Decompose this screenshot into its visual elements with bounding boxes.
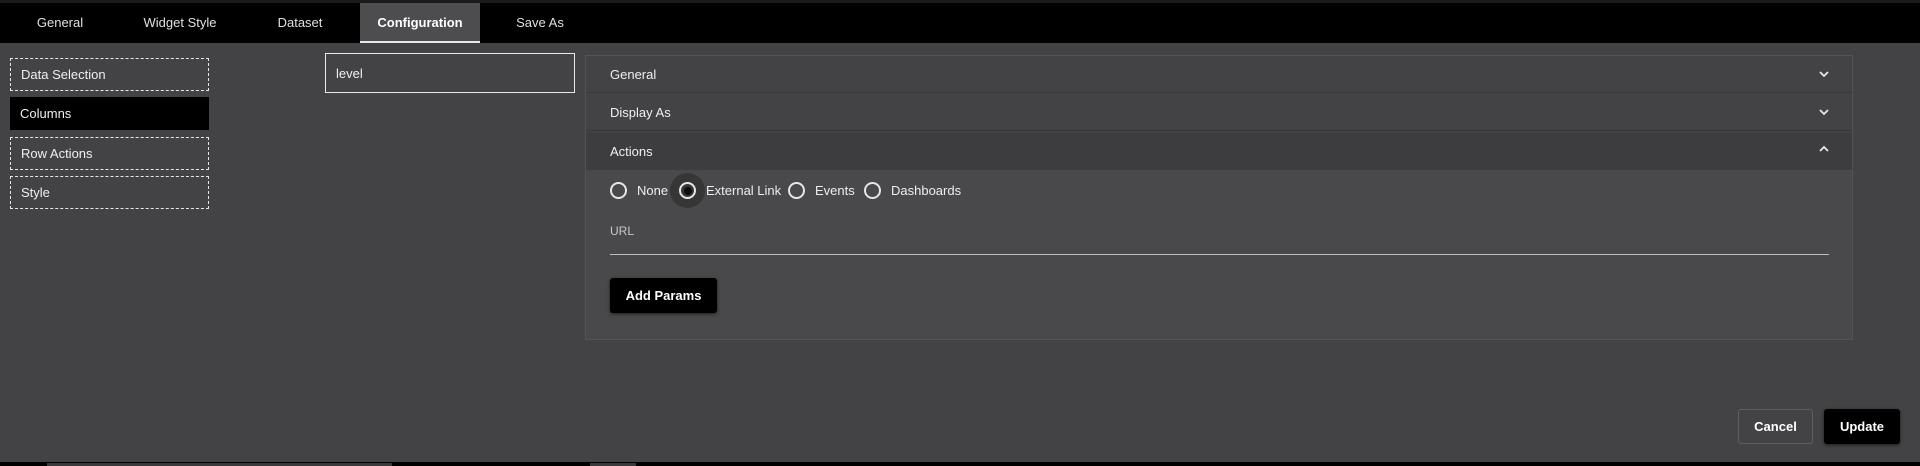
radio-none[interactable]: None <box>610 180 672 204</box>
tab-configuration[interactable]: Configuration <box>360 3 480 43</box>
update-button[interactable]: Update <box>1824 409 1900 444</box>
chevron-down-icon <box>1819 71 1829 78</box>
url-field: URL <box>610 220 1833 255</box>
accordion-header-general[interactable]: General <box>586 56 1852 93</box>
chevron-down-icon <box>1819 109 1829 116</box>
tab-general[interactable]: General <box>14 3 106 43</box>
tab-dataset[interactable]: Dataset <box>255 3 345 43</box>
radio-label: External Link <box>706 183 782 198</box>
radio-label: Events <box>815 183 855 198</box>
accordion-title: General <box>610 67 657 82</box>
add-params-button[interactable]: Add Params <box>610 278 717 313</box>
column-search-input[interactable] <box>325 53 575 93</box>
radio-circle <box>610 182 627 199</box>
chevron-up-icon <box>1819 145 1829 152</box>
sidebar-item-data-selection[interactable]: Data Selection <box>10 58 209 91</box>
column-settings-accordion: General Display As Actions None External… <box>585 55 1853 340</box>
url-input[interactable] <box>610 234 1833 254</box>
sidebar-item-row-actions[interactable]: Row Actions <box>10 137 209 170</box>
tab-save-as[interactable]: Save As <box>497 3 583 43</box>
actions-panel: None External Link Events Dashboards URL… <box>586 170 1852 339</box>
accordion-title: Display As <box>610 105 671 120</box>
sidebar-item-style[interactable]: Style <box>10 176 209 209</box>
radio-circle <box>864 182 881 199</box>
tab-bar: General Widget Style Dataset Configurati… <box>0 0 1920 43</box>
radio-label: None <box>637 183 669 198</box>
cancel-button[interactable]: Cancel <box>1738 409 1813 444</box>
accordion-title: Actions <box>610 144 653 159</box>
radio-events[interactable]: Events <box>788 180 858 204</box>
radio-circle-checked <box>679 182 696 199</box>
sidebar-item-columns[interactable]: Columns <box>10 97 209 130</box>
accordion-header-actions[interactable]: Actions <box>586 133 1852 170</box>
tab-widget-style[interactable]: Widget Style <box>128 3 232 43</box>
radio-label: Dashboards <box>891 183 962 198</box>
radio-external-link[interactable]: External Link <box>670 173 789 208</box>
radio-dashboards[interactable]: Dashboards <box>864 180 966 204</box>
accordion-header-display-as[interactable]: Display As <box>586 94 1852 131</box>
radio-circle <box>788 182 805 199</box>
